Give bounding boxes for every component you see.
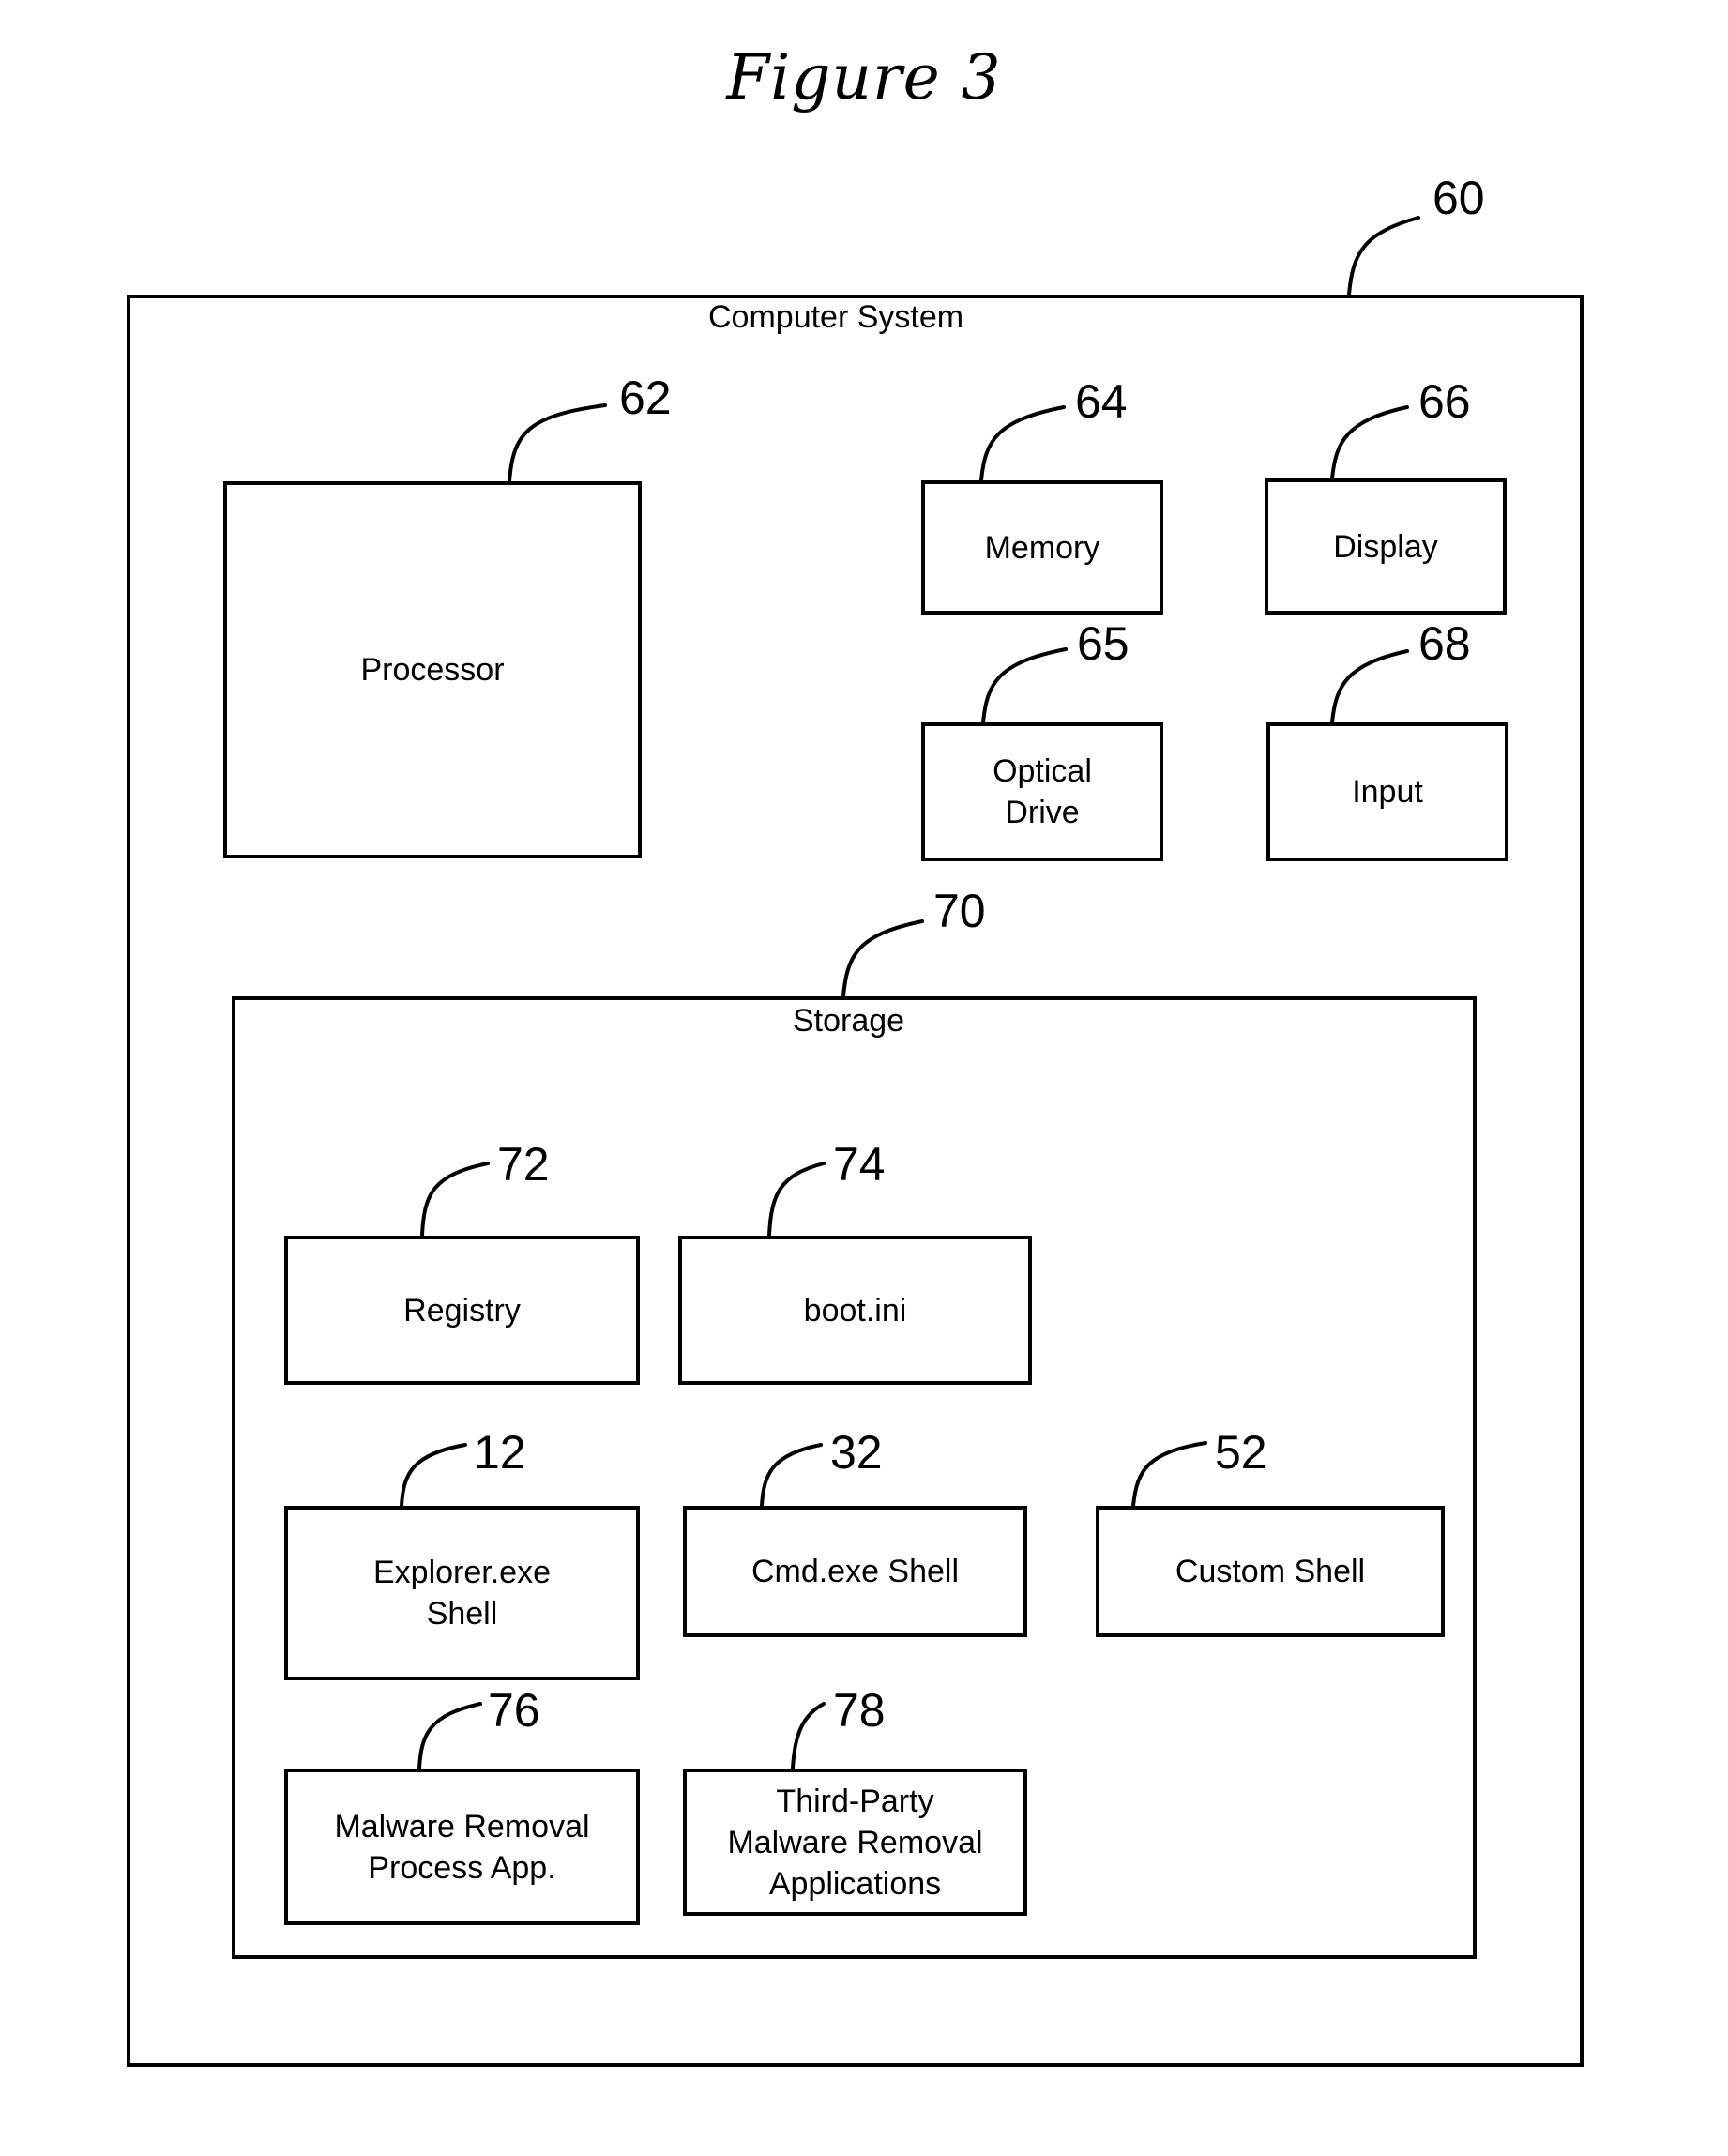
processor-box: Processor: [223, 481, 642, 858]
processor-label: Processor: [360, 652, 505, 688]
ref-numeral-66: 66: [1418, 375, 1471, 428]
optical-drive-label: Optical Drive: [993, 753, 1092, 830]
figure-page: Figure 3 Computer System 60 Processor 62…: [0, 0, 1728, 2156]
ref-numeral-72: 72: [497, 1138, 550, 1191]
ref-numeral-52: 52: [1215, 1426, 1267, 1479]
registry-label: Registry: [403, 1292, 521, 1329]
explorer-shell-box: Explorer.exe Shell: [284, 1506, 640, 1680]
third-party-malware-removal-box: Third-Party Malware Removal Applications: [683, 1769, 1027, 1916]
explorer-shell-label: Explorer.exe Shell: [373, 1555, 551, 1632]
ref-numeral-78: 78: [833, 1684, 886, 1737]
input-label: Input: [1352, 774, 1423, 810]
display-box: Display: [1265, 478, 1507, 615]
ref-numeral-62: 62: [619, 372, 672, 424]
custom-shell-label: Custom Shell: [1175, 1554, 1366, 1589]
cmd-shell-label: Cmd.exe Shell: [750, 1554, 960, 1589]
ref-numeral-70: 70: [933, 885, 986, 937]
leader-line-60: [1347, 216, 1420, 296]
ref-numeral-32: 32: [830, 1426, 883, 1479]
third-party-malware-removal-label: Third-Party Malware Removal Applications: [727, 1783, 983, 1902]
boot-ini-label: boot.ini: [803, 1292, 907, 1329]
page-title: Figure 3: [726, 41, 1002, 114]
cmd-shell-box: Cmd.exe Shell: [683, 1506, 1027, 1637]
ref-numeral-76: 76: [488, 1684, 540, 1737]
ref-numeral-65: 65: [1077, 617, 1129, 670]
display-label: Display: [1333, 528, 1438, 565]
input-box: Input: [1266, 722, 1508, 861]
ref-numeral-68: 68: [1418, 617, 1471, 670]
computer-system-title: Computer System: [708, 299, 964, 335]
registry-box: Registry: [284, 1236, 640, 1385]
malware-removal-process-app-label: Malware Removal Process App.: [334, 1808, 590, 1886]
optical-drive-box: Optical Drive: [921, 722, 1163, 861]
memory-box: Memory: [921, 480, 1163, 615]
ref-numeral-64: 64: [1075, 375, 1128, 428]
ref-numeral-74: 74: [833, 1138, 886, 1191]
memory-label: Memory: [984, 529, 1100, 566]
ref-numeral-60: 60: [1432, 172, 1485, 224]
ref-numeral-12: 12: [474, 1426, 526, 1479]
storage-title: Storage: [793, 1003, 905, 1039]
boot-ini-box: boot.ini: [678, 1236, 1032, 1385]
custom-shell-box: Custom Shell: [1096, 1506, 1445, 1637]
malware-removal-process-app-box: Malware Removal Process App.: [284, 1769, 640, 1925]
